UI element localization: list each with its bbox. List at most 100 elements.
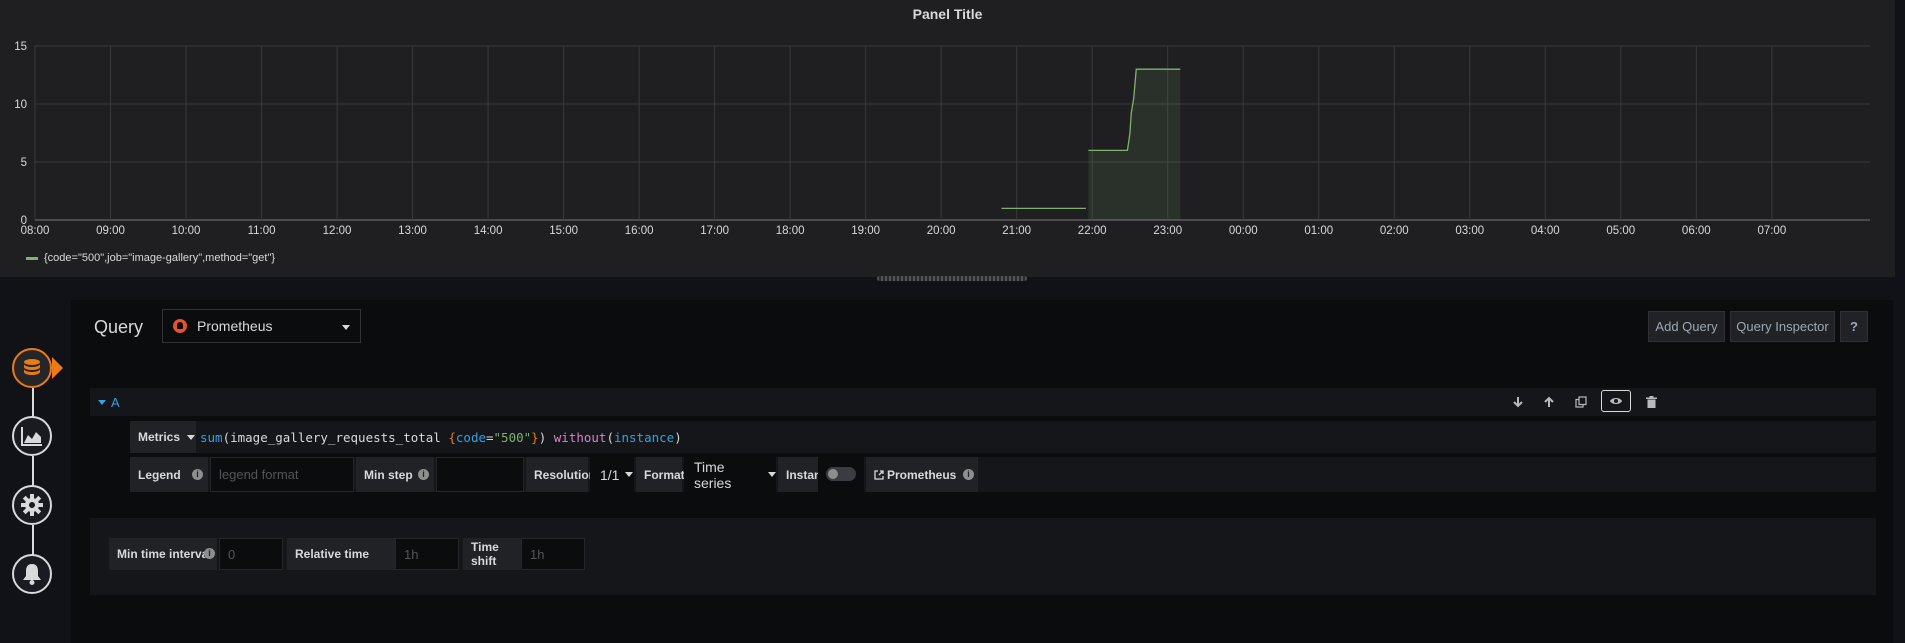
expr-token: (image_gallery_requests_total [222, 429, 449, 445]
expr-token: = [486, 429, 494, 445]
x-tick-label: 21:00 [1002, 225, 1031, 237]
format-label: Format [636, 457, 685, 492]
copy-icon [1575, 396, 1587, 408]
arrow-up-icon [1544, 396, 1554, 407]
legend-format-input[interactable]: legend format [210, 457, 354, 492]
x-tick-label: 00:00 [1229, 225, 1258, 237]
expr-token: instance [613, 429, 675, 445]
chevron-down-icon [768, 472, 776, 477]
metrics-label: Metrics [138, 430, 181, 444]
x-tick-label: 04:00 [1531, 225, 1560, 237]
database-icon [24, 359, 40, 375]
x-tick-label: 01:00 [1304, 225, 1333, 237]
x-tick-label: 20:00 [927, 225, 956, 237]
x-tick-label: 03:00 [1455, 225, 1484, 237]
eye-icon [1610, 398, 1622, 404]
arrow-down-icon [1513, 397, 1523, 408]
query-options-row: Legend i legend format Min step i Resolu… [130, 457, 1876, 492]
info-icon[interactable]: i [963, 469, 974, 480]
move-up-button[interactable] [1538, 392, 1560, 412]
expr-token: { [448, 429, 456, 445]
format-value: Time series [694, 458, 732, 491]
x-tick-label: 07:00 [1757, 225, 1786, 237]
x-tick-label: 23:00 [1153, 225, 1182, 237]
expr-token: ( [606, 429, 614, 445]
visualization-tab-button[interactable] [12, 416, 52, 456]
x-tick-label: 06:00 [1682, 225, 1711, 237]
resolution-label: Resolution [526, 457, 596, 492]
expr-token: } [531, 429, 539, 445]
help-button[interactable]: ? [1840, 311, 1868, 342]
trash-icon [1645, 396, 1657, 408]
metrics-row: Metrics sum (image_gallery_requests_total… [130, 421, 1876, 453]
prometheus-icon [173, 319, 187, 333]
prometheus-link-label: Prometheus [887, 467, 957, 482]
query-options-section: Min time interval i 0 Relative time 1h T… [90, 518, 1876, 595]
panel-resize-handle[interactable] [877, 276, 1027, 281]
prometheus-link[interactable]: Prometheus [866, 457, 978, 492]
gear-icon [21, 494, 43, 516]
chart: 05101508:00 09:00 10:00 11:00 12:00 13:00 14:0… [14, 41, 1870, 237]
x-tick-label: 02:00 [1380, 225, 1409, 237]
query-inspector-button[interactable]: Query Inspector [1730, 311, 1835, 342]
format-select[interactable]: Time series [684, 457, 776, 492]
toggle-knob [828, 469, 838, 479]
query-ref-id: A [111, 395, 120, 410]
instant-toggle[interactable] [826, 467, 856, 481]
relative-time-label: Relative time [287, 538, 395, 570]
min-interval-input[interactable]: 0 [219, 538, 283, 570]
info-icon[interactable]: i [418, 469, 429, 480]
x-tick-label: 18:00 [776, 225, 805, 237]
chart-icon [21, 427, 42, 446]
time-shift-input[interactable]: 1h [521, 538, 585, 570]
resolution-select[interactable]: 1/1 [590, 457, 634, 492]
chevron-down-icon [625, 472, 634, 477]
x-tick-label: 22:00 [1078, 225, 1107, 237]
metrics-dropdown[interactable]: Metrics [130, 421, 196, 453]
bell-icon [23, 564, 41, 585]
queries-tab-button[interactable] [12, 348, 52, 388]
legend[interactable]: {code="500",job="image-gallery",method="… [26, 252, 275, 264]
min-interval-label: Min time interval [109, 538, 217, 570]
duplicate-query-button[interactable] [1570, 392, 1592, 412]
relative-time-input[interactable]: 1h [395, 538, 459, 570]
graph-panel: Panel Title 0 5 10 15 08:00 09:00 10:00 11:00 12… [0, 0, 1895, 277]
resolution-value: 1/1 [600, 466, 620, 483]
x-tick-label: 14:00 [474, 225, 503, 237]
legend-label[interactable]: {code="500",job="image-gallery",method="… [44, 252, 275, 264]
x-tick-label: 11:00 [248, 225, 276, 237]
expr-token: ) [674, 429, 682, 445]
instant-label: Instant [778, 457, 825, 492]
chevron-down-icon [98, 400, 106, 405]
expr-token: code [455, 429, 486, 445]
alert-tab-button[interactable] [12, 554, 52, 594]
query-row-header: A [90, 388, 1876, 416]
x-tick-label: 17:00 [700, 225, 729, 237]
general-tab-button[interactable] [12, 485, 52, 525]
query-heading: Query [94, 317, 144, 337]
datasource-name: Prometheus [197, 318, 273, 334]
x-tick-label: 09:00 [96, 225, 125, 237]
info-icon[interactable]: i [204, 548, 215, 559]
datasource-picker[interactable]: Prometheus [162, 309, 361, 343]
expr-token: ) [538, 429, 554, 445]
metrics-expression-input[interactable]: sum (image_gallery_requests_total {code = "… [200, 421, 682, 453]
time-shift-label: Time shift [463, 538, 521, 570]
toggle-visibility-button[interactable] [1601, 390, 1631, 412]
x-tick-label: 13:00 [398, 225, 427, 237]
move-down-button[interactable] [1507, 392, 1529, 412]
x-tick-label: 15:00 [549, 225, 578, 237]
add-query-button[interactable]: Add Query [1648, 311, 1725, 342]
instant-toggle-wrap [818, 457, 864, 492]
query-row-toggle[interactable]: A [98, 395, 120, 410]
x-tick-label: 12:00 [323, 225, 352, 237]
y-tick-label: 10 [14, 99, 27, 111]
expr-token: sum [200, 429, 223, 445]
info-icon[interactable]: i [192, 469, 203, 480]
remove-query-button[interactable] [1640, 392, 1662, 412]
editor-rail [0, 300, 70, 643]
y-tick-label: 15 [14, 41, 27, 53]
query-editor: Query Prometheus Add Query Query Inspect… [71, 300, 1893, 643]
min-step-input[interactable] [436, 457, 524, 492]
chevron-down-icon [342, 325, 350, 330]
